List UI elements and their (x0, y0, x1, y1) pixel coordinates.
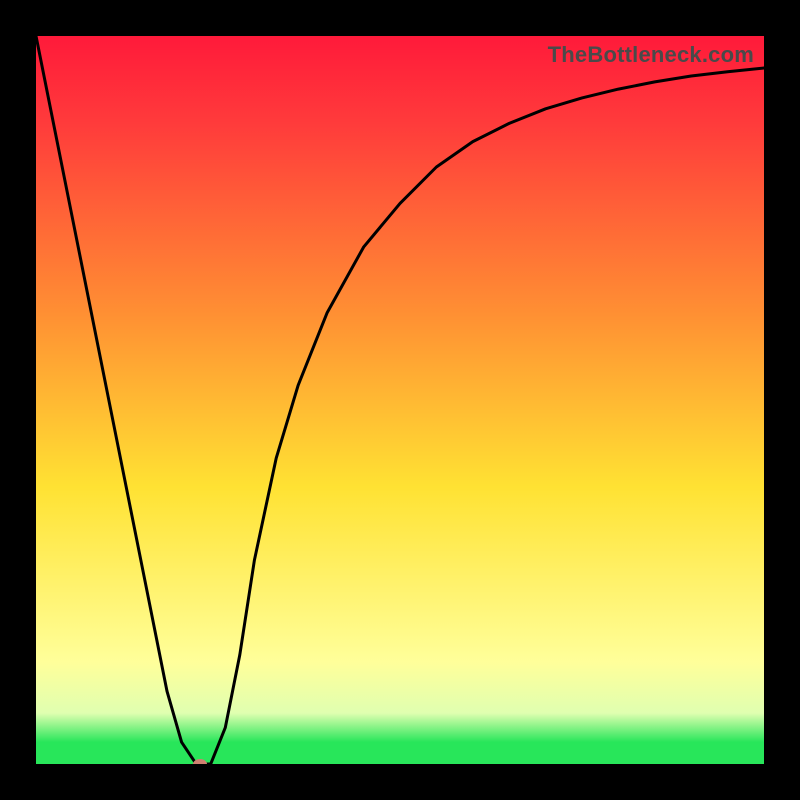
min-marker (193, 759, 207, 764)
chart-frame: TheBottleneck.com (0, 0, 800, 800)
bottleneck-curve (36, 36, 764, 764)
plot-area: TheBottleneck.com (36, 36, 764, 764)
